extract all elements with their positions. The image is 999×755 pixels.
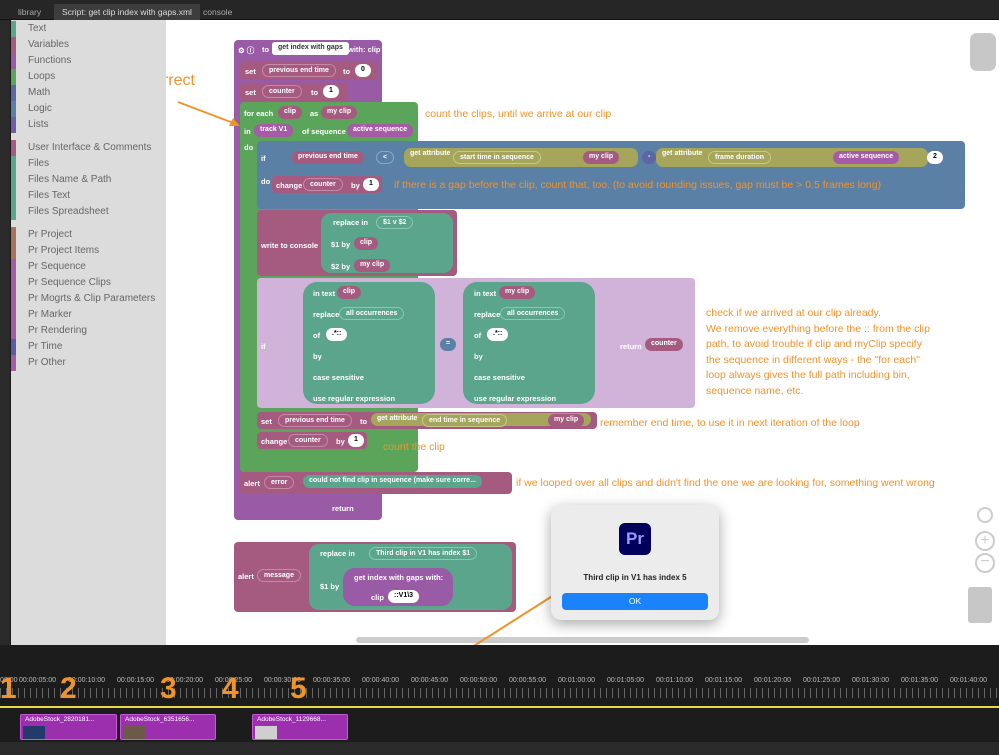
timecode-label: 00:01:20:00	[754, 677, 791, 684]
track-number-3: 3	[160, 672, 177, 705]
clip-2-thumb	[123, 726, 145, 739]
timecode-label: 00:00:35:00	[313, 677, 350, 684]
clip-2[interactable]: AdobeStock_6351656...	[120, 714, 216, 740]
timecode-label: 00:01:35:00	[901, 677, 938, 684]
clip-1[interactable]: AdobeStock_2820181...	[20, 714, 117, 740]
alert-dialog: Pr Third clip in V1 has index 5 OK	[551, 505, 719, 620]
annotation-arrows	[177, 101, 566, 724]
timecode-label: 00:01:00:00	[558, 677, 595, 684]
premiere-icon: Pr	[619, 523, 651, 555]
timecode-label: 00:00:15:00	[117, 677, 154, 684]
track-number-4: 4	[222, 672, 239, 705]
timecode-label: 00:00:45:00	[411, 677, 448, 684]
dialog-message: Third clip in V1 has index 5	[583, 573, 687, 582]
timecode-label: 00:00:50:00	[460, 677, 497, 684]
clip-3[interactable]: AdobeStock_1129668...	[252, 714, 348, 740]
clip-3-thumb	[255, 726, 277, 739]
clip-2-name: AdobeStock_6351656...	[125, 716, 195, 723]
work-area-bar	[0, 706, 999, 708]
timeline-scrollbar[interactable]	[0, 742, 999, 755]
ok-button[interactable]: OK	[562, 593, 708, 610]
track-number-1: 1	[0, 672, 17, 705]
timecode-label: 00:01:15:00	[705, 677, 742, 684]
timecode-label: 00:01:40:00	[950, 677, 987, 684]
timecode-label: 00:01:25:00	[803, 677, 840, 684]
timecode-label: 00:01:10:00	[656, 677, 693, 684]
timecode-label: 00:01:05:00	[607, 677, 644, 684]
clip-1-name: AdobeStock_2820181...	[25, 716, 95, 723]
clip-3-name: AdobeStock_1129668...	[257, 716, 326, 723]
timecode-label: 00:01:30:00	[852, 677, 889, 684]
track-number-5: 5	[290, 672, 307, 705]
timecode-label: 00:00:40:00	[362, 677, 399, 684]
time-ruler	[0, 688, 999, 698]
timecode-label: 00:00:05:00	[19, 677, 56, 684]
clip-1-thumb	[23, 726, 45, 739]
track-number-2: 2	[60, 672, 77, 705]
timecode-label: 00:00:55:00	[509, 677, 546, 684]
